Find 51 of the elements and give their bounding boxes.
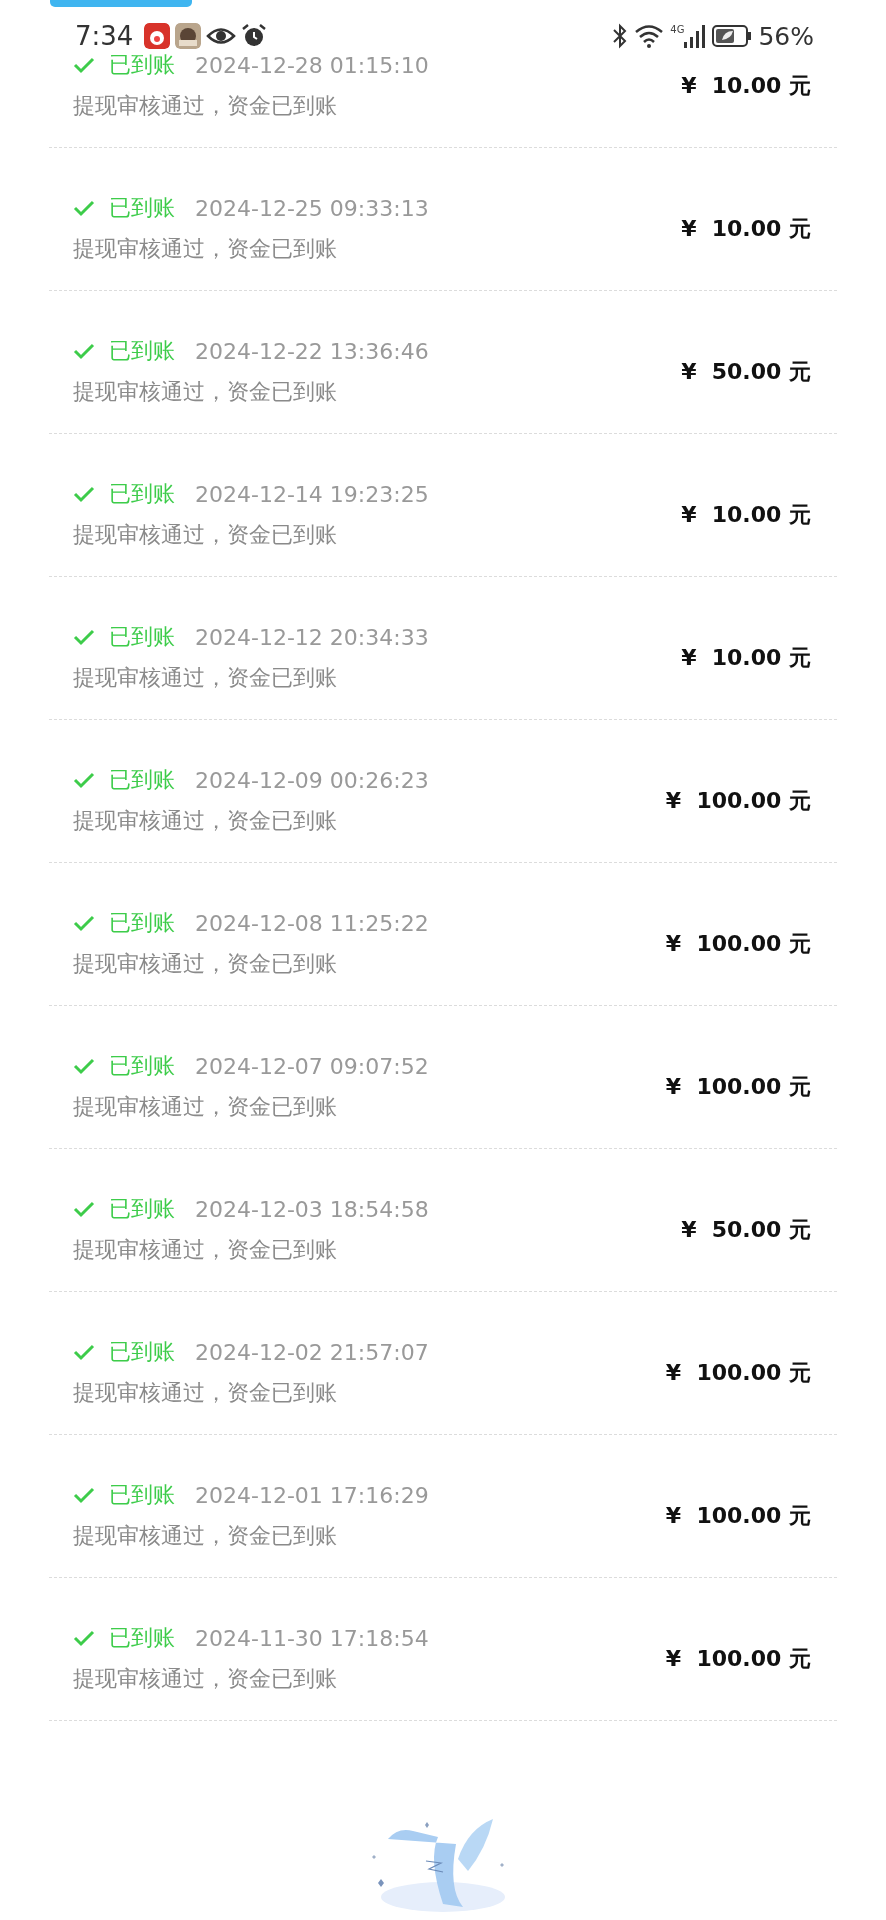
record-note: 提现审核通过，资金已到账 [73, 1665, 338, 1693]
record-time: 2024-12-09 00:26:23 [195, 767, 429, 793]
record-time: 2024-12-08 11:25:22 [195, 910, 429, 936]
status-label: 已到账 [109, 1338, 175, 1366]
record-time: 2024-12-12 20:34:33 [195, 624, 429, 650]
record-amount: ¥ 100.00 元 [665, 929, 811, 958]
record-note: 提现审核通过，资金已到账 [73, 235, 338, 263]
record-time: 2024-12-07 09:07:52 [195, 1053, 429, 1079]
status-label: 已到账 [109, 1052, 175, 1080]
record-time: 2024-12-03 18:54:58 [195, 1196, 429, 1222]
record-amount: ¥ 10.00 元 [681, 71, 811, 100]
record-amount: ¥ 50.00 元 [681, 1215, 811, 1244]
record-time: 2024-12-14 19:23:25 [195, 481, 429, 507]
status-label: 已到账 [109, 51, 175, 79]
record-time: 2024-12-01 17:16:29 [195, 1482, 429, 1508]
status-label: 已到账 [109, 194, 175, 222]
network-type: 4G [670, 23, 685, 35]
record-time: 2024-11-30 17:18:54 [195, 1625, 429, 1651]
record-time: 2024-12-28 01:15:10 [195, 52, 429, 78]
record-amount: ¥ 100.00 元 [665, 1358, 811, 1387]
record-amount: ¥ 10.00 元 [681, 643, 811, 672]
status-label: 已到账 [109, 1481, 175, 1509]
status-label: 已到账 [109, 909, 175, 937]
record-time: 2024-12-02 21:57:07 [195, 1339, 429, 1365]
record-time: 2024-12-25 09:33:13 [195, 195, 429, 221]
battery-percent: 56% [758, 21, 814, 51]
record-note: 提现审核通过，资金已到账 [73, 378, 338, 406]
record-time: 2024-12-22 13:36:46 [195, 338, 429, 364]
record-amount: ¥ 100.00 元 [665, 786, 811, 815]
status-label: 已到账 [109, 1624, 175, 1652]
status-label: 已到账 [109, 623, 175, 651]
status-label: 已到账 [109, 337, 175, 365]
record-note: 提现审核通过，资金已到账 [73, 1379, 338, 1407]
record-note: 提现审核通过，资金已到账 [73, 92, 338, 120]
record-note: 提现审核通过，资金已到账 [73, 521, 338, 549]
record-amount: ¥ 50.00 元 [681, 357, 811, 386]
record-note: 提现审核通过，资金已到账 [73, 664, 338, 692]
status-label: 已到账 [109, 1195, 175, 1223]
clock-time: 7:34 [75, 21, 134, 51]
record-note: 提现审核通过，资金已到账 [73, 807, 338, 835]
record-note: 提现审核通过，资金已到账 [73, 950, 338, 978]
record-amount: ¥ 10.00 元 [681, 500, 811, 529]
status-label: 已到账 [109, 480, 175, 508]
status-label: 已到账 [109, 766, 175, 794]
record-amount: ¥ 100.00 元 [665, 1644, 811, 1673]
record-amount: ¥ 10.00 元 [681, 214, 811, 243]
record-amount: ¥ 100.00 元 [665, 1501, 811, 1530]
record-note: 提现审核通过，资金已到账 [73, 1522, 338, 1550]
record-note: 提现审核通过，资金已到账 [73, 1236, 338, 1264]
record-note: 提现审核通过，资金已到账 [73, 1093, 338, 1121]
record-amount: ¥ 100.00 元 [665, 1072, 811, 1101]
